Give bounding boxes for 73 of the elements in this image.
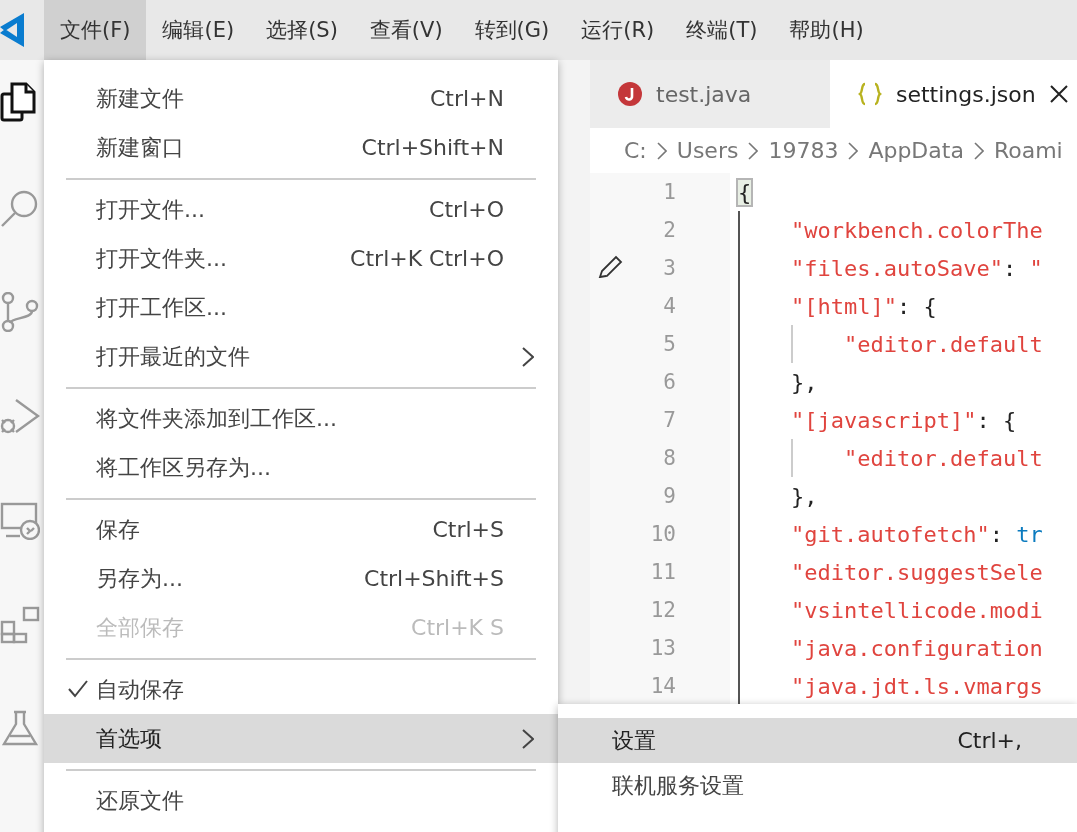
menu-item[interactable]: 自动保存 — [44, 665, 558, 714]
menu-item[interactable]: 设置 Ctrl+, — [558, 718, 1077, 763]
line-number: 14 — [650, 674, 676, 698]
line-number: 12 — [650, 598, 676, 622]
line-number: 6 — [663, 370, 676, 394]
close-icon[interactable] — [1049, 85, 1068, 103]
menu-item[interactable]: 将工作区另存为... — [44, 443, 558, 492]
menu-item[interactable]: 新建文件 Ctrl+N — [44, 74, 558, 123]
menubar-item[interactable]: 终端(T) — [670, 0, 774, 60]
line-number: 3 — [663, 256, 676, 280]
menubar-item[interactable]: 文件(F) — [44, 0, 147, 60]
menubar-item[interactable]: 运行(R) — [565, 0, 671, 60]
menubar-item[interactable]: 查看(V) — [353, 0, 459, 60]
chevron-right-icon — [522, 347, 534, 367]
code-line: }, — [789, 483, 818, 509]
menu-item[interactable]: 新建窗口 Ctrl+Shift+N — [44, 123, 558, 172]
chevron-right-icon — [522, 729, 534, 749]
code-line: "git.autofetch": tr — [789, 521, 1043, 547]
line-number: 11 — [650, 560, 676, 584]
code-line: }, — [789, 369, 818, 395]
menu-item[interactable]: 还原文件 — [44, 776, 558, 825]
menubar-item[interactable]: 转到(G) — [458, 0, 566, 60]
extensions-icon[interactable] — [0, 604, 40, 644]
chevron-right-icon — [848, 141, 859, 160]
flask-icon[interactable] — [0, 708, 40, 748]
chevron-right-icon — [748, 141, 759, 160]
app-logo-icon — [0, 13, 24, 47]
code-line: "editor.suggestSele — [789, 559, 1043, 585]
code-line: "editor.default — [842, 445, 1043, 471]
menu-item[interactable]: 打开工作区... — [44, 283, 558, 332]
search-icon[interactable] — [0, 188, 40, 228]
menu-item[interactable]: 打开最近的文件 — [44, 332, 558, 381]
code-line: "java.configuration — [789, 635, 1043, 661]
source-control-icon[interactable] — [0, 292, 40, 332]
chevron-right-icon — [973, 141, 984, 160]
breadcrumb-item[interactable]: AppData — [868, 138, 964, 163]
line-number: 8 — [663, 446, 676, 470]
code-line: "[html]": { — [789, 293, 937, 319]
line-number: 7 — [663, 408, 676, 432]
menubar-item[interactable]: 选择(S) — [250, 0, 354, 60]
line-number: 1 — [663, 180, 676, 204]
menu-item[interactable]: 首选项 — [44, 714, 558, 763]
menubar-item[interactable]: 编辑(E) — [146, 0, 251, 60]
menu-item[interactable]: 将文件夹添加到工作区... — [44, 394, 558, 443]
json-file-icon — [858, 82, 882, 106]
remote-explorer-icon[interactable] — [0, 500, 40, 540]
breadcrumb-item[interactable]: C: — [624, 138, 647, 163]
code-line: "vsintellicode.modi — [789, 597, 1043, 623]
code-line: "editor.default — [842, 331, 1043, 357]
code-line: "files.autoSave": " — [789, 255, 1043, 281]
editor-tab[interactable]: test.java — [590, 60, 830, 128]
code-line: "workbench.colorThe — [789, 217, 1043, 243]
menubar-item[interactable]: 帮助(H) — [773, 0, 880, 60]
breadcrumb-item[interactable]: Roami — [993, 138, 1063, 163]
breadcrumb-item[interactable]: Users — [676, 138, 739, 163]
menu-item[interactable]: 另存为... Ctrl+Shift+S — [44, 554, 558, 603]
menu-item[interactable]: 联机服务设置 — [558, 763, 1077, 808]
line-number: 9 — [663, 484, 676, 508]
menu-item[interactable]: 打开文件夹... Ctrl+K Ctrl+O — [44, 234, 558, 283]
menu-item[interactable]: 打开文件... Ctrl+O — [44, 185, 558, 234]
line-number: 10 — [650, 522, 676, 546]
run-debug-icon[interactable] — [0, 396, 40, 436]
java-file-icon — [618, 82, 642, 106]
chevron-right-icon — [656, 141, 667, 160]
editor-tab[interactable]: settings.json — [830, 60, 1077, 128]
line-number: 5 — [663, 332, 676, 356]
line-number: 4 — [663, 294, 676, 318]
line-number: 2 — [663, 218, 676, 242]
code-line: "[javascript]": { — [789, 407, 1017, 433]
line-number: 13 — [650, 636, 676, 660]
breadcrumb-item[interactable]: 19783 — [768, 138, 839, 163]
code-line: "java.jdt.ls.vmargs — [789, 673, 1043, 699]
menu-item[interactable]: 保存 Ctrl+S — [44, 505, 558, 554]
